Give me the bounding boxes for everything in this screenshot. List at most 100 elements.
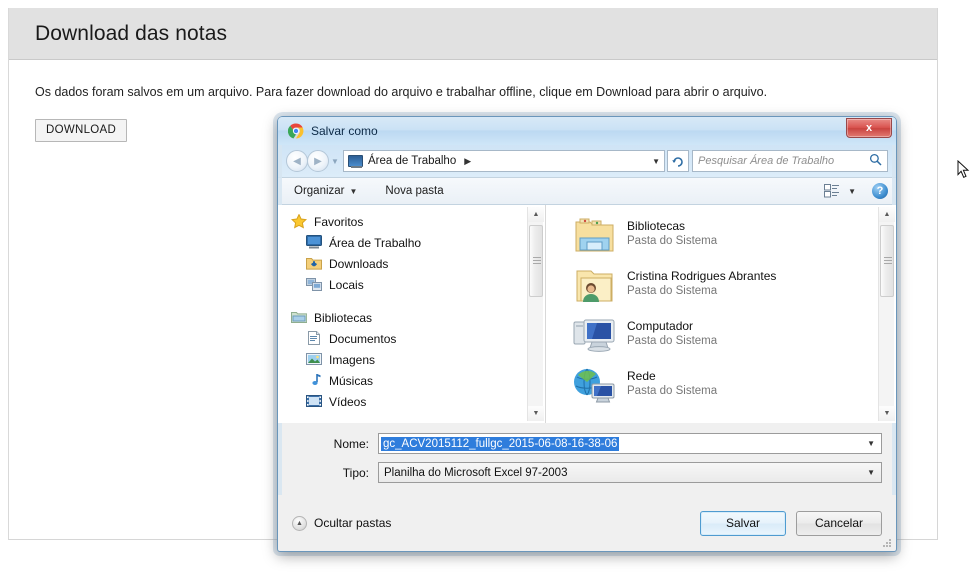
sidebar-item-area-de-trabalho[interactable]: Área de Trabalho	[278, 232, 545, 253]
sidebar-group-label: Favoritos	[314, 214, 364, 229]
filename-value: gc_ACV2015112_fullgc_2015-06-08-16-38-06	[381, 436, 620, 451]
scroll-up-icon[interactable]: ▲	[528, 207, 544, 222]
list-item[interactable]: Rede Pasta do Sistema	[546, 361, 896, 411]
filename-row: Nome: gc_ACV2015112_fullgc_2015-06-08-16…	[292, 433, 882, 454]
address-dropdown-icon[interactable]: ▼	[652, 157, 660, 166]
view-mode-icon[interactable]	[824, 184, 840, 198]
download-button[interactable]: DOWNLOAD	[35, 118, 128, 142]
search-input[interactable]: Pesquisar Área de Trabalho	[692, 150, 888, 172]
new-folder-button[interactable]: Nova pasta	[377, 182, 451, 200]
network-icon	[572, 366, 617, 406]
sidebar-item-downloads[interactable]: Downloads	[278, 253, 545, 274]
libraries-folder-icon	[572, 216, 617, 256]
forward-arrow-icon[interactable]: ▶	[307, 150, 329, 172]
computer-icon	[572, 316, 617, 356]
sidebar-item-label: Downloads	[329, 256, 389, 271]
help-icon[interactable]: ?	[872, 183, 888, 199]
sidebar-item-documentos[interactable]: Documentos	[278, 328, 545, 349]
scrollbar-thumb[interactable]	[529, 225, 543, 297]
scroll-up-icon[interactable]: ▲	[879, 207, 895, 222]
filetype-row: Tipo: Planilha do Microsoft Excel 97-200…	[292, 462, 882, 483]
scrollbar-grip-icon	[884, 257, 892, 265]
file-type: Pasta do Sistema	[627, 235, 718, 247]
navigation-bar: ◀ ▶ ▼ Área de Trabalho ▶ ▼ Pesquisar Áre…	[278, 145, 896, 177]
list-item[interactable]: Computador Pasta do Sistema	[546, 311, 896, 361]
sidebar-item-locais[interactable]: Locais	[278, 274, 545, 295]
file-type: Pasta do Sistema	[627, 335, 718, 347]
breadcrumb-chevron-icon[interactable]: ▶	[464, 156, 471, 167]
hide-folders-button[interactable]: ▲ Ocultar pastas	[292, 515, 392, 531]
save-button[interactable]: Salvar	[700, 510, 786, 536]
hide-folders-label: Ocultar pastas	[314, 516, 392, 530]
file-type: Pasta do Sistema	[627, 385, 718, 397]
desktop-icon	[306, 235, 323, 250]
organize-label: Organizar	[294, 185, 345, 197]
file-list-scrollbar[interactable]: ▲ ▼	[878, 207, 895, 421]
libraries-icon	[291, 310, 308, 325]
file-name: Computador	[627, 319, 694, 333]
filename-input[interactable]: gc_ACV2015112_fullgc_2015-06-08-16-38-06…	[378, 433, 882, 454]
filetype-value: Planilha do Microsoft Excel 97-2003	[384, 466, 568, 479]
file-name: Cristina Rodrigues Abrantes	[627, 269, 777, 283]
list-item[interactable]: Bibliotecas Pasta do Sistema	[546, 211, 896, 261]
page-description: Os dados foram salvos em um arquivo. Par…	[35, 85, 768, 99]
desktop-icon	[348, 155, 363, 168]
file-list-pane: Bibliotecas Pasta do Sistema Cristina Ro…	[546, 205, 896, 423]
list-item-text: Rede Pasta do Sistema	[627, 366, 717, 399]
resize-grip-icon[interactable]	[883, 539, 892, 548]
sidebar-item-imagens[interactable]: Imagens	[278, 349, 545, 370]
chevron-down-icon[interactable]: ▼	[867, 439, 879, 448]
chevron-down-icon: ▼	[349, 187, 358, 196]
sidebar-item-label: Locais	[329, 277, 364, 292]
chevron-down-icon[interactable]: ▼	[867, 468, 879, 477]
sidebar-item-label: Vídeos	[329, 394, 367, 409]
search-placeholder: Pesquisar Área de Trabalho	[698, 155, 835, 167]
screen: Download das notas Os dados foram salvos…	[0, 0, 975, 576]
file-name: Bibliotecas	[627, 219, 686, 233]
page-header: Download das notas	[9, 8, 937, 60]
dialog-panes: Favoritos Área de Trabalho Downloads Loc…	[278, 205, 896, 423]
navigation-pane: Favoritos Área de Trabalho Downloads Loc…	[278, 205, 546, 423]
refresh-icon[interactable]	[667, 150, 689, 172]
organize-menu[interactable]: Organizar ▼	[286, 182, 365, 200]
dialog-footer: ▲ Ocultar pastas Salvar Cancelar	[278, 495, 896, 551]
pictures-icon	[306, 352, 323, 367]
filetype-select[interactable]: Planilha do Microsoft Excel 97-2003 ▼	[378, 462, 882, 483]
dialog-title-bar[interactable]: Salvar como x	[278, 117, 896, 145]
sidebar-item-label: Imagens	[329, 352, 376, 367]
user-folder-icon	[572, 266, 617, 306]
mouse-cursor-icon	[957, 159, 970, 180]
back-arrow-icon[interactable]: ◀	[286, 150, 308, 172]
sidebar-item-videos[interactable]: Vídeos	[278, 391, 545, 412]
sidebar-group-favoritos[interactable]: Favoritos	[278, 211, 545, 232]
search-icon	[869, 153, 882, 169]
file-name: Rede	[627, 369, 656, 383]
list-item[interactable]: Cristina Rodrigues Abrantes Pasta do Sis…	[546, 261, 896, 311]
chrome-icon	[287, 123, 304, 139]
chevron-down-icon[interactable]: ▼	[329, 157, 341, 166]
view-mode-chevron-icon[interactable]: ▼	[848, 187, 856, 196]
sidebar-group-bibliotecas[interactable]: Bibliotecas	[278, 307, 545, 328]
scroll-down-icon[interactable]: ▼	[528, 406, 544, 421]
sidebar-item-label: Músicas	[329, 373, 374, 388]
list-item-text: Bibliotecas Pasta do Sistema	[627, 216, 717, 249]
file-type: Pasta do Sistema	[627, 285, 718, 297]
save-as-dialog: Salvar como x ◀ ▶ ▼ Área de Trabalho ▶ ▼…	[277, 116, 897, 552]
videos-icon	[306, 394, 323, 409]
navigation-pane-scrollbar[interactable]: ▲ ▼	[527, 207, 544, 421]
sidebar-item-musicas[interactable]: Músicas	[278, 370, 545, 391]
scrollbar-thumb[interactable]	[880, 225, 894, 297]
list-item-text: Computador Pasta do Sistema	[627, 316, 717, 349]
filename-label: Nome:	[333, 436, 369, 451]
dialog-toolbar: Organizar ▼ Nova pasta ▼ ?	[278, 177, 896, 205]
downloads-folder-icon	[306, 256, 323, 271]
chevron-up-circle-icon: ▲	[292, 515, 307, 531]
address-text: Área de Trabalho	[368, 155, 457, 167]
star-icon	[290, 213, 308, 229]
scroll-down-icon[interactable]: ▼	[879, 406, 895, 421]
cancel-button[interactable]: Cancelar	[796, 510, 882, 536]
address-bar[interactable]: Área de Trabalho ▶ ▼	[343, 150, 665, 172]
close-icon[interactable]: x	[846, 118, 892, 138]
sidebar-item-label: Área de Trabalho	[329, 235, 422, 250]
